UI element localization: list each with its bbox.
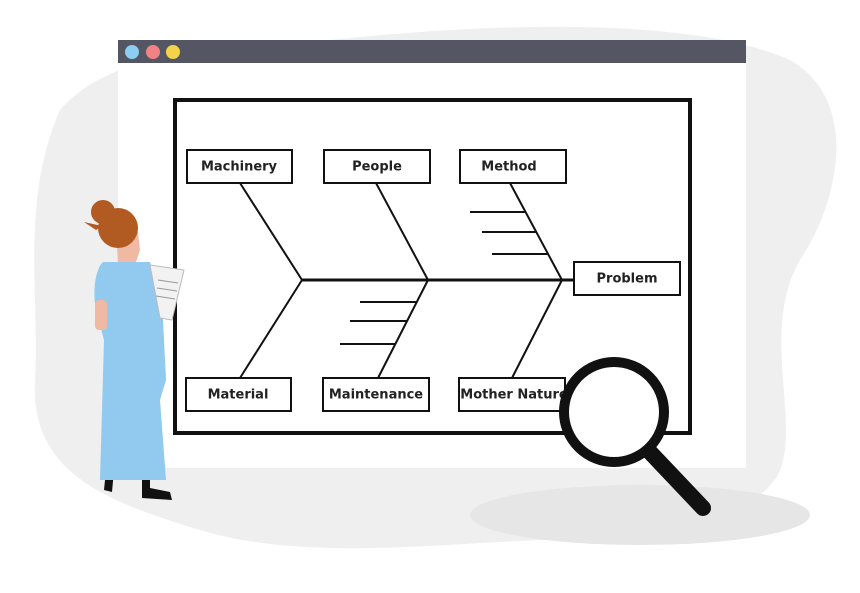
cause-label: Mother Nature (460, 388, 568, 403)
titlebar (118, 40, 746, 63)
illustration: Machinery People Method Problem Material… (34, 26, 837, 549)
cause-label: Material (208, 388, 269, 403)
cause-label: People (352, 160, 402, 175)
cause-label: Maintenance (329, 388, 423, 403)
maximize-dot-icon[interactable] (166, 45, 180, 59)
effect-label: Problem (597, 272, 658, 287)
minimize-dot-icon[interactable] (146, 45, 160, 59)
close-dot-icon[interactable] (125, 45, 139, 59)
floor-shadow (470, 485, 810, 545)
cause-label: Machinery (201, 160, 278, 175)
cause-label: Method (481, 160, 536, 175)
